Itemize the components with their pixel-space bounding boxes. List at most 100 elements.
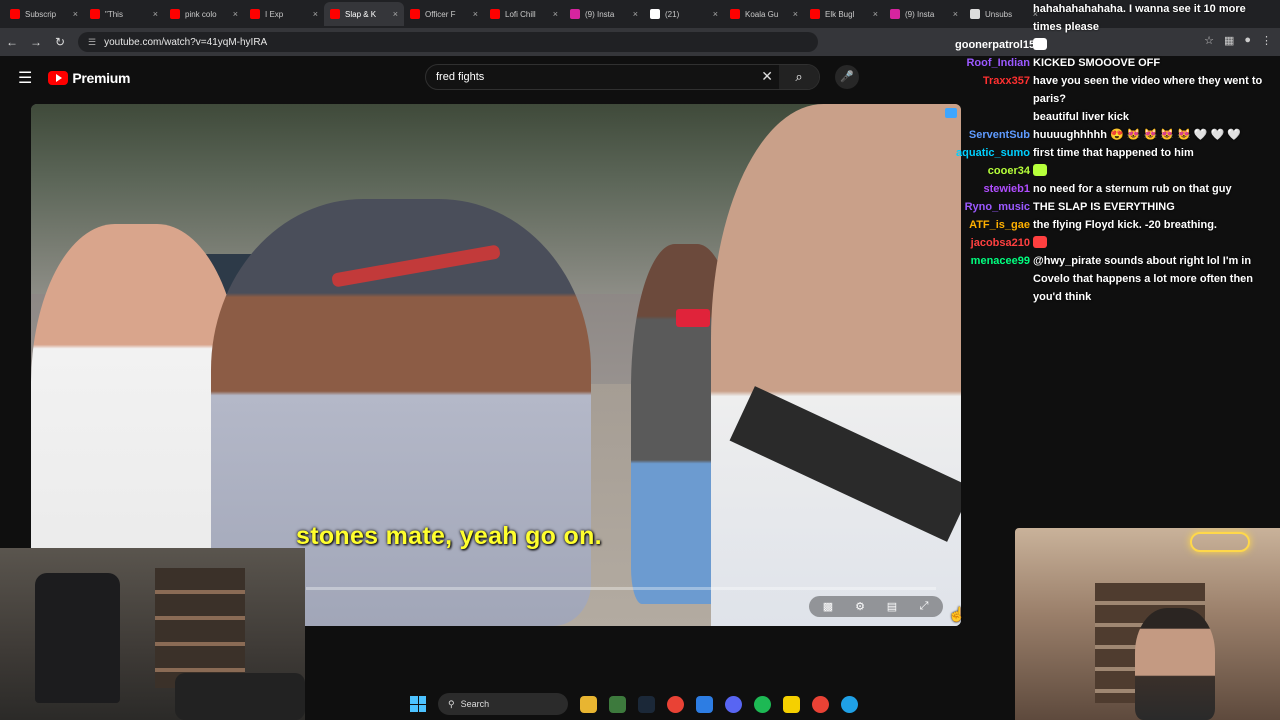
notes-app-icon[interactable] [783,695,800,713]
fullscreen-icon[interactable]: ⤢ [915,600,933,613]
tab-favicon-icon [330,9,340,19]
chat-username[interactable]: Traxx357 [955,72,1033,108]
windows-start-icon[interactable] [410,696,426,712]
menu-icon[interactable]: ☰ [18,68,32,88]
search-button[interactable]: ⌕ [779,65,819,89]
chat-text: KICKED SMOOOVE OFF [1033,57,1161,69]
browser-tab[interactable]: (9) Insta × [564,2,644,26]
tab-favicon-icon [810,9,820,19]
chat-username[interactable]: stewieb1 [955,180,1033,198]
chat-text [1033,234,1273,252]
browser-tab[interactable]: Koala Gu × [724,2,804,26]
tab-favicon-icon [10,9,20,19]
chat-message: hahahahahahaha. I wanna see it 10 more t… [955,0,1280,36]
tab-close-icon[interactable]: × [393,9,398,19]
tab-title: "This [105,9,123,19]
browser-tab[interactable]: (21) × [644,2,724,26]
reload-icon[interactable]: ↻ [48,35,72,49]
tab-close-icon[interactable]: × [313,9,318,19]
chat-text: huuuughhhhh 😍 😻 😻 😻 😻 🤍 🤍 🤍 [1033,129,1241,141]
chat-text: have you seen the video where they went … [1033,75,1263,105]
settings-gear-icon[interactable]: ⚙ [851,600,869,613]
chat-message: jacobsa210 [955,234,1280,252]
mouse-cursor-icon: ☝ [948,606,966,622]
chat-message: Roof_Indian KICKED SMOOOVE OFF [955,54,1280,72]
tab-close-icon[interactable]: × [473,9,478,19]
chat-username[interactable] [955,108,1033,126]
spreadsheet-app-icon[interactable] [609,695,626,713]
edge-icon[interactable] [841,695,858,713]
search-box[interactable]: fred fights ✕ ⌕ [425,64,820,90]
youtube-logo[interactable]: Premium [48,70,130,86]
man-right-foreground [711,104,961,626]
steam-icon[interactable] [638,695,655,713]
chrome-profile-icon[interactable] [812,695,829,713]
browser-tab[interactable]: Slap & K × [324,2,404,26]
chat-username[interactable]: aquatic_sumo [955,144,1033,162]
tab-close-icon[interactable]: × [73,9,78,19]
voice-search-mic-icon[interactable]: 🎤 [835,65,859,89]
browser-tab[interactable]: Subscrip × [4,2,84,26]
chat-username[interactable]: menacee99 [955,252,1033,306]
tab-close-icon[interactable]: × [553,9,558,19]
youtube-header: ☰ Premium fred fights ✕ ⌕ 🎤 [0,56,965,100]
tracked-robot [175,673,305,720]
tab-title: Subscrip [25,9,57,19]
browser-tab[interactable]: "This × [84,2,164,26]
browser-tab[interactable]: Lofi Chill × [484,2,564,26]
tab-close-icon[interactable]: × [633,9,638,19]
video-progress-bar[interactable] [306,587,936,590]
browser-tab[interactable]: (9) Insta × [884,2,964,26]
gaming-chair [35,573,120,703]
tab-close-icon[interactable]: × [233,9,238,19]
chat-username[interactable]: Roof_Indian [955,54,1033,72]
site-info-icon[interactable]: ☰ [88,37,96,48]
chat-message: aquatic_sumo first time that happened to … [955,144,1280,162]
chat-username[interactable]: jacobsa210 [955,234,1033,252]
tab-close-icon[interactable]: × [153,9,158,19]
tab-title: I Exp [265,9,284,19]
clear-search-icon[interactable]: ✕ [761,68,773,85]
back-icon[interactable]: ← [0,35,24,49]
tab-close-icon[interactable]: × [873,9,878,19]
youtube-play-icon [48,71,69,85]
address-bar[interactable]: ☰ youtube.com/watch?v=41yqM-hyIRA [78,32,818,52]
tab-title: Koala Gu [745,9,779,19]
chat-message: Ryno_music THE SLAP IS EVERYTHING [955,198,1280,216]
forward-icon[interactable]: → [24,35,48,49]
chat-username[interactable]: ServentSub [955,126,1033,144]
chrome-icon[interactable] [667,695,684,713]
spotify-icon[interactable] [754,695,771,713]
chat-username[interactable]: Ryno_music [955,198,1033,216]
address-text: youtube.com/watch?v=41yqM-hyIRA [104,36,268,48]
chat-text [1033,162,1273,180]
browser-tab[interactable]: Officer F × [404,2,484,26]
chat-username[interactable]: ATF_is_gae [955,216,1033,234]
app-icon[interactable] [696,695,713,713]
captions-icon[interactable]: ▩ [819,600,837,613]
tab-title: Slap & K [345,9,377,19]
tab-favicon-icon [890,9,900,19]
taskbar-search[interactable]: ⚲ Search [438,693,568,715]
miniplayer-icon[interactable]: ▤ [883,600,901,613]
browser-tab[interactable]: I Exp × [244,2,324,26]
search-input[interactable]: fred fights [436,71,484,83]
stream-chat-overlay: hahahahahahaha. I wanna see it 10 more t… [955,0,1280,303]
chat-text: @hwy_pirate sounds about right lol I'm i… [1033,255,1254,303]
chat-username[interactable] [955,0,1033,36]
chat-username[interactable]: goonerpatrol15 [955,36,1033,54]
file-explorer-icon[interactable] [580,695,597,713]
chat-emote-icon [1033,38,1047,50]
browser-tab[interactable]: Elk Bugl × [804,2,884,26]
screen: { "browser": { "tabs": [ {"label": "Subs… [0,0,1280,720]
tab-title: Elk Bugl [825,9,855,19]
video-subtitle: stones mate, yeah go on. [296,522,602,550]
chat-text: hahahahahahaha. I wanna see it 10 more t… [1033,3,1246,33]
taskbar-search-label: Search [460,699,490,709]
chat-username[interactable]: cooer34 [955,162,1033,180]
discord-icon[interactable] [725,695,742,713]
browser-tab[interactable]: pink colo × [164,2,244,26]
tab-close-icon[interactable]: × [793,9,798,19]
tab-title: (9) Insta [905,9,935,19]
tab-close-icon[interactable]: × [713,9,718,19]
